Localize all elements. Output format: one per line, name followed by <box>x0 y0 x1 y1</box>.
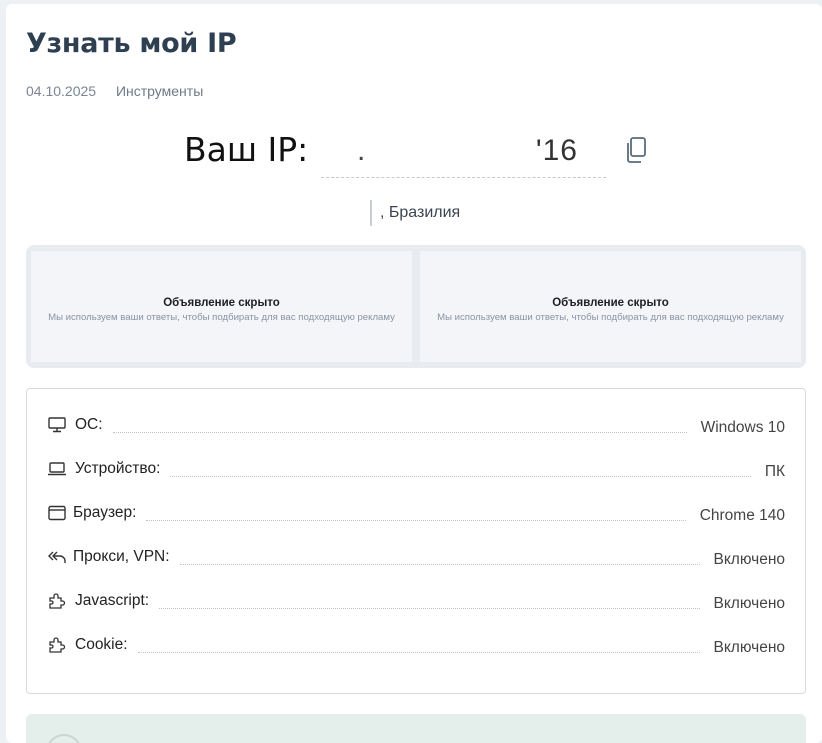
info-circle-icon <box>46 734 82 743</box>
system-info-panel: ОС: Windows 10 Устройство: ПК Браузер: C… <box>26 388 806 694</box>
laptop-icon <box>47 459 67 479</box>
page-title: Узнать мой IP <box>26 28 237 59</box>
info-value: Windows 10 <box>700 419 785 436</box>
info-row-os: ОС: Windows 10 <box>47 413 785 437</box>
flag-placeholder <box>370 200 372 226</box>
hidden-ad: Объявление скрыто Мы используем ваши отв… <box>420 251 801 362</box>
leader-dots <box>159 608 700 609</box>
reply-arrows-icon <box>47 547 67 567</box>
ip-label: Ваш IP: <box>184 130 309 169</box>
info-value: ПК <box>764 463 785 480</box>
ad-container: Объявление скрыто Мы используем ваши отв… <box>26 245 806 368</box>
ad-description: Мы используем ваши ответы, чтобы подбира… <box>437 312 784 323</box>
info-row-proxy: Прокси, VPN: Включено <box>47 545 785 569</box>
leader-dots <box>170 476 751 477</box>
main-card: Узнать мой IP 04.10.2025 Инструменты Ваш… <box>6 4 822 743</box>
monitor-icon <box>47 415 67 435</box>
location-text: , Бразилия <box>380 204 461 221</box>
info-label: Браузер: <box>73 504 137 521</box>
copy-icon[interactable] <box>624 136 650 166</box>
info-label: Javascript: <box>75 592 150 609</box>
leader-dots <box>112 432 687 433</box>
category-link[interactable]: Инструменты <box>116 83 203 99</box>
info-row-javascript: Javascript: Включено <box>47 589 785 613</box>
info-label: Устройство: <box>75 460 161 477</box>
info-value: Chrome 140 <box>699 507 785 524</box>
ad-description: Мы используем ваши ответы, чтобы подбира… <box>48 312 395 323</box>
ad-title: Объявление скрыто <box>552 297 669 309</box>
ip-value[interactable]: . '16 <box>321 128 606 178</box>
ad-title: Объявление скрыто <box>163 297 280 309</box>
info-value: Включено <box>713 639 786 656</box>
leader-dots <box>137 652 700 653</box>
info-value: Включено <box>713 595 786 612</box>
info-callout <box>26 714 806 743</box>
leader-dots <box>179 564 700 565</box>
info-label: Cookie: <box>75 636 128 653</box>
puzzle-icon <box>47 591 67 611</box>
puzzle-icon <box>47 635 67 655</box>
info-label: Прокси, VPN: <box>73 548 170 565</box>
browser-window-icon <box>47 503 67 523</box>
info-row-cookie: Cookie: Включено <box>47 633 785 657</box>
info-row-browser: Браузер: Chrome 140 <box>47 501 785 525</box>
post-date: 04.10.2025 <box>26 83 97 99</box>
ip-location: , Бразилия <box>370 200 460 228</box>
hidden-ad: Объявление скрыто Мы используем ваши отв… <box>31 251 412 362</box>
info-label: ОС: <box>75 416 103 433</box>
info-value: Включено <box>713 551 786 568</box>
leader-dots <box>146 520 686 521</box>
post-meta: 04.10.2025 Инструменты <box>26 83 203 99</box>
info-row-device: Устройство: ПК <box>47 457 785 481</box>
ip-value-end: '16 <box>535 134 578 167</box>
ip-value-start: . <box>357 134 366 167</box>
